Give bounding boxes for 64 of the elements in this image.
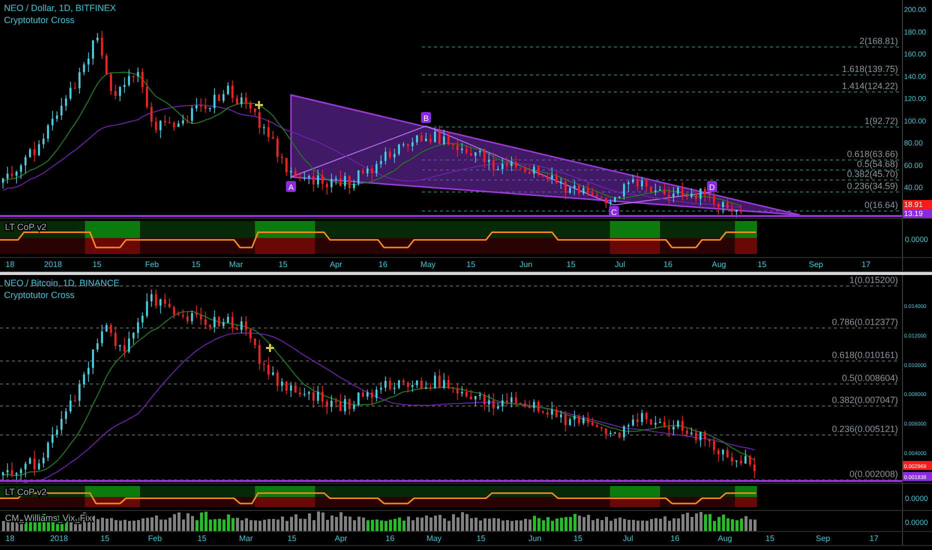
fib-level-label: 0.236(34.59) bbox=[846, 181, 898, 191]
fib-level-label: 0(16.64) bbox=[864, 200, 898, 210]
fib-level-label: 1(0.015200) bbox=[849, 275, 898, 285]
symbol-title: NEO / Dollar, 1D, BITFINEX bbox=[4, 3, 116, 13]
time-axis-label: 16 bbox=[378, 260, 388, 269]
time-axis-label: 18 bbox=[6, 534, 14, 543]
time-axis-label: Aug bbox=[718, 534, 732, 543]
time-axis-label: 15 bbox=[766, 534, 774, 543]
symbol-title: NEO / Bitcoin, 1D, BINANCE bbox=[4, 278, 120, 288]
time-axis-label: Jul bbox=[622, 534, 634, 543]
cross-marker-icon bbox=[265, 343, 275, 353]
fib-level-label: 0.5(0.008604) bbox=[842, 373, 898, 383]
time-axis-label: 15 bbox=[566, 260, 576, 269]
time-axis-label: 17 bbox=[870, 534, 878, 543]
fib-level-label: 0.382(0.007047) bbox=[832, 395, 898, 405]
time-axis-label: 2018 bbox=[50, 534, 68, 543]
time-axis-label: Apr bbox=[330, 260, 342, 269]
fib-level-label: 0(0.002008) bbox=[849, 469, 898, 479]
fib-level-label: 1.618(139.75) bbox=[842, 64, 898, 74]
time-axis-label: 17 bbox=[862, 260, 870, 269]
fib-level-label: 0.618(0.010161) bbox=[832, 350, 898, 360]
pattern-point-label: D bbox=[707, 181, 717, 192]
fib-level-label: 2(168.81) bbox=[859, 36, 898, 46]
time-axis-label: 15 bbox=[100, 534, 110, 543]
fib-level-label: 0.618(63.66) bbox=[846, 149, 898, 159]
time-axis-label: 15 bbox=[476, 534, 486, 543]
fib-level-label: 1(92.72) bbox=[864, 116, 898, 126]
time-axis-label: 15 bbox=[574, 534, 582, 543]
time-axis-label: Sep bbox=[808, 260, 824, 269]
time-axis-label: May bbox=[426, 534, 442, 543]
time-axis-label: 15 bbox=[278, 260, 288, 269]
time-axis-label: May bbox=[420, 260, 436, 269]
fib-level-label: 1.414(124.22) bbox=[842, 81, 898, 91]
cross-marker-icon bbox=[254, 100, 264, 110]
fib-level-label: 0.382(45.70) bbox=[846, 169, 898, 179]
pattern-point-label: B bbox=[421, 112, 431, 123]
time-axis-label: Feb bbox=[145, 260, 159, 269]
time-axis-label: Apr bbox=[334, 534, 348, 543]
time-axis-label: Jul bbox=[614, 260, 626, 269]
study-title: Cryptotutor Cross bbox=[4, 290, 76, 300]
time-axis-label: Aug bbox=[712, 260, 726, 269]
time-axis-label: 16 bbox=[670, 534, 680, 543]
time-axis-label: 15 bbox=[288, 534, 296, 543]
fib-level-label: 0.236(0.005121) bbox=[832, 424, 898, 434]
time-axis-label: 2018 bbox=[44, 260, 62, 269]
study-title: Cryptotutor Cross bbox=[4, 15, 76, 25]
time-axis-label: 16 bbox=[664, 260, 672, 269]
fib-level-label: 0.5(54.68) bbox=[856, 159, 898, 169]
time-axis-label: 15 bbox=[466, 260, 476, 269]
time-axis-label: 16 bbox=[386, 534, 394, 543]
time-axis-label: Jun bbox=[520, 260, 532, 269]
time-axis-label: Sep bbox=[816, 534, 830, 543]
time-axis-label: Mar bbox=[239, 534, 253, 543]
time-axis-label: Feb bbox=[148, 534, 162, 543]
time-axis-label: 15 bbox=[758, 260, 766, 269]
time-axis-label: Mar bbox=[229, 260, 243, 269]
time-axis-label: 15 bbox=[192, 260, 200, 269]
fib-level-label: 0.786(0.012377) bbox=[832, 317, 898, 327]
time-axis-label: 15 bbox=[92, 260, 102, 269]
time-axis-label: Jun bbox=[528, 534, 542, 543]
time-axis-label: 18 bbox=[6, 260, 14, 269]
pattern-point-label: A bbox=[286, 181, 296, 192]
time-axis-label: 15 bbox=[198, 534, 206, 543]
indicator-label: LT CoP v2 bbox=[5, 222, 47, 232]
